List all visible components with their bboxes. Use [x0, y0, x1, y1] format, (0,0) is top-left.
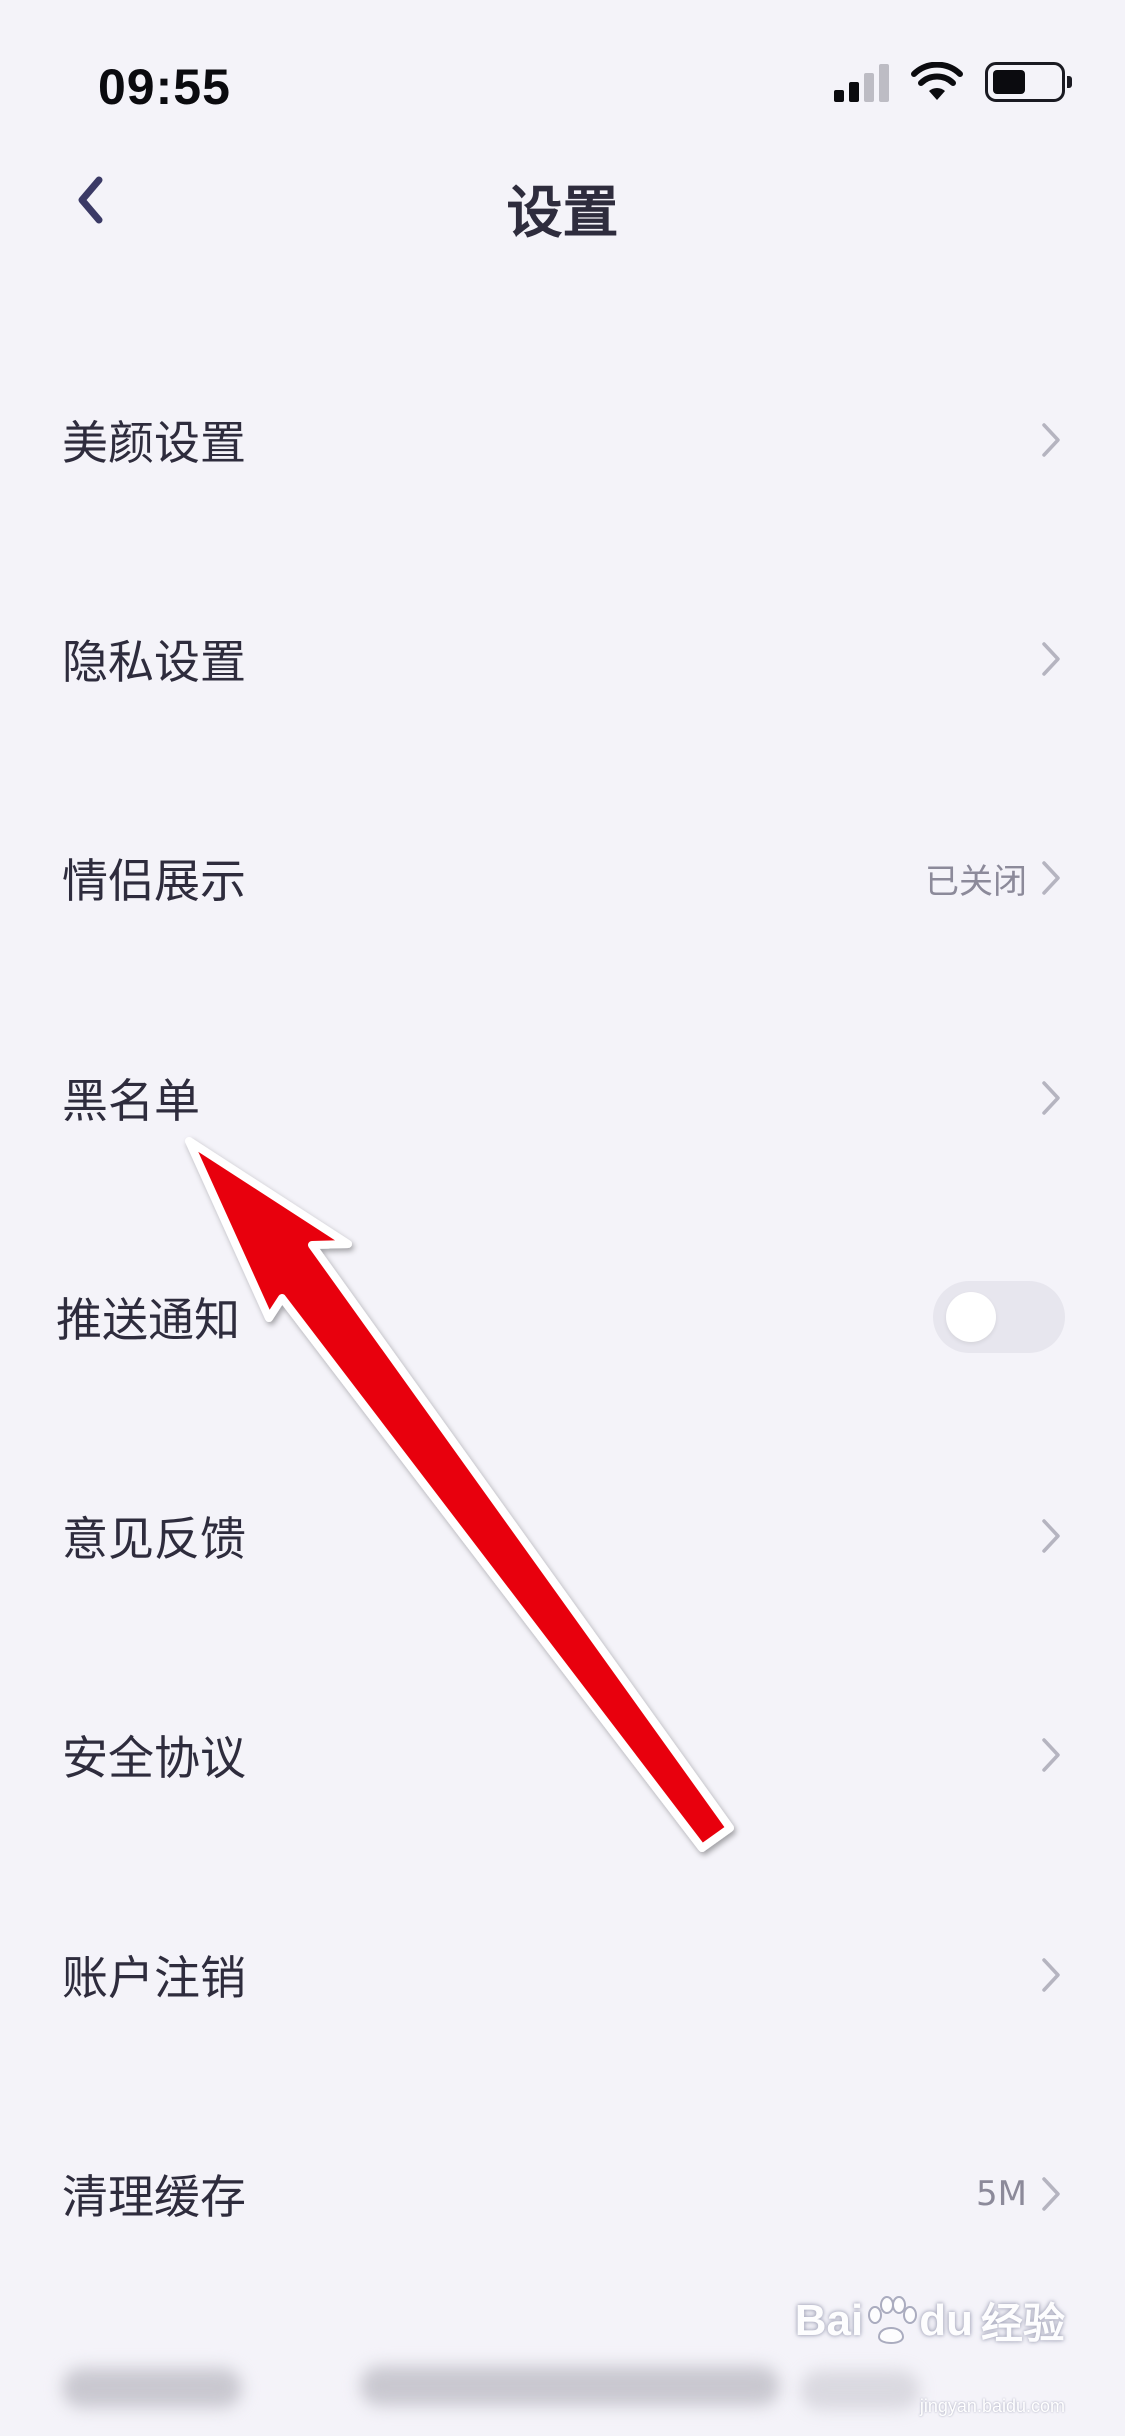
row-right: [1039, 1955, 1063, 1995]
row-right: [1039, 1735, 1063, 1775]
page-title: 设置: [506, 181, 619, 246]
settings-row-blacklist[interactable]: 黑名单: [0, 988, 1125, 1207]
chevron-right-icon: [1042, 422, 1060, 457]
settings-row-label: 隐私设置: [62, 634, 246, 689]
settings-row-push-notification: 推送通知: [0, 1207, 1125, 1426]
push-notification-toggle[interactable]: [933, 1280, 1065, 1353]
battery-icon: [985, 62, 1072, 102]
watermark-url: jingyan.baidu.com: [919, 2396, 1065, 2416]
settings-row-value: 已关闭: [925, 861, 1027, 902]
chevron-right-icon: [1042, 1519, 1060, 1553]
settings-row-security-agreement[interactable]: 安全协议: [0, 1646, 1125, 1865]
paw-icon: [868, 2295, 918, 2344]
settings-row-label: 美颜设置: [62, 415, 246, 470]
status-time: 09:55: [98, 59, 231, 115]
row-right: [1039, 639, 1063, 679]
row-right: [1039, 1516, 1063, 1556]
status-icons: [834, 62, 1072, 102]
settings-row-clear-cache[interactable]: 清理缓存 5M: [0, 2084, 1125, 2303]
row-right: [1039, 420, 1063, 460]
watermark-logo: Bai du: [794, 2295, 973, 2345]
settings-row-label: 推送通知: [56, 1292, 240, 1347]
settings-row-beauty[interactable]: 美颜设置: [0, 330, 1125, 549]
chevron-right-icon: [1042, 861, 1060, 895]
settings-list: 美颜设置 隐私设置 情侣展示 已关闭 黑名单 推送通知 意见反馈 安全协议 账户…: [0, 330, 1125, 2304]
cellular-signal-icon: [834, 62, 889, 102]
chevron-right-icon: [1042, 1738, 1060, 1773]
settings-row-privacy[interactable]: 隐私设置: [0, 549, 1125, 768]
settings-row-label: 安全协议: [62, 1731, 246, 1786]
settings-row-label: 意见反馈: [62, 1512, 246, 1567]
toggle-knob: [946, 1291, 996, 1342]
row-right: [1039, 1078, 1063, 1118]
chevron-right-icon: [1042, 642, 1060, 676]
settings-row-account-cancel[interactable]: 账户注销: [0, 1865, 1125, 2084]
settings-row-feedback[interactable]: 意见反馈: [0, 1426, 1125, 1645]
nav-bar: 设置: [0, 150, 1125, 250]
settings-row-label: 清理缓存: [62, 2170, 246, 2225]
chevron-right-icon: [1042, 1957, 1060, 1992]
chevron-right-icon: [1042, 2177, 1060, 2211]
settings-row-label: 情侣展示: [62, 854, 246, 909]
settings-row-value: 5M: [976, 2174, 1027, 2215]
wifi-icon: [911, 62, 963, 100]
status-bar: 09:55: [0, 0, 1125, 150]
baidu-watermark: Bai du 经验: [795, 2290, 1065, 2351]
row-right: 5M: [976, 2174, 1063, 2214]
settings-row-couple-display[interactable]: 情侣展示 已关闭: [0, 769, 1125, 988]
settings-row-label: 账户注销: [62, 1950, 246, 2005]
chevron-right-icon: [1042, 1080, 1060, 1115]
row-right: 已关闭: [925, 854, 1063, 903]
watermark-text: 经验: [980, 2299, 1065, 2348]
settings-row-label: 黑名单: [62, 1073, 200, 1128]
